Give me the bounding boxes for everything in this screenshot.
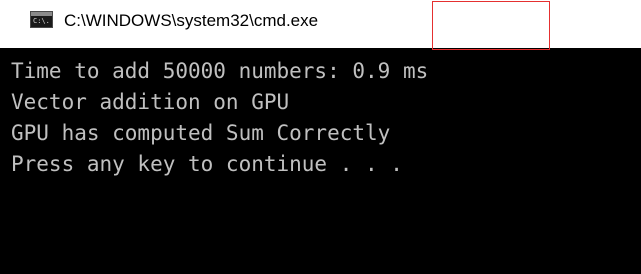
timing-value: 0.9 ms — [352, 59, 429, 83]
console-line-vector-addition: Vector addition on GPU — [11, 90, 290, 114]
console-line-press-any-key: Press any key to continue . . . — [11, 152, 403, 176]
console-lines: Time to add 50000 numbers: 0.9 ms Vector… — [11, 56, 428, 180]
title-bar[interactable]: C:\. C:\WINDOWS\system32\cmd.exe — [0, 0, 641, 48]
icon-glyph: C:\. — [33, 17, 50, 25]
icon-title-bar — [31, 12, 52, 16]
window-title: C:\WINDOWS\system32\cmd.exe — [64, 11, 319, 30]
command-prompt-icon: C:\. — [30, 11, 53, 28]
timing-label: Time to add 50000 numbers: — [11, 59, 353, 83]
cmd-window: C:\. C:\WINDOWS\system32\cmd.exe Time to… — [0, 0, 641, 274]
console-line-timing: Time to add 50000 numbers: 0.9 ms — [11, 56, 428, 87]
console-line-sum-correct: GPU has computed Sum Correctly — [11, 121, 391, 145]
console-output-area[interactable]: Time to add 50000 numbers: 0.9 ms Vector… — [0, 48, 641, 274]
